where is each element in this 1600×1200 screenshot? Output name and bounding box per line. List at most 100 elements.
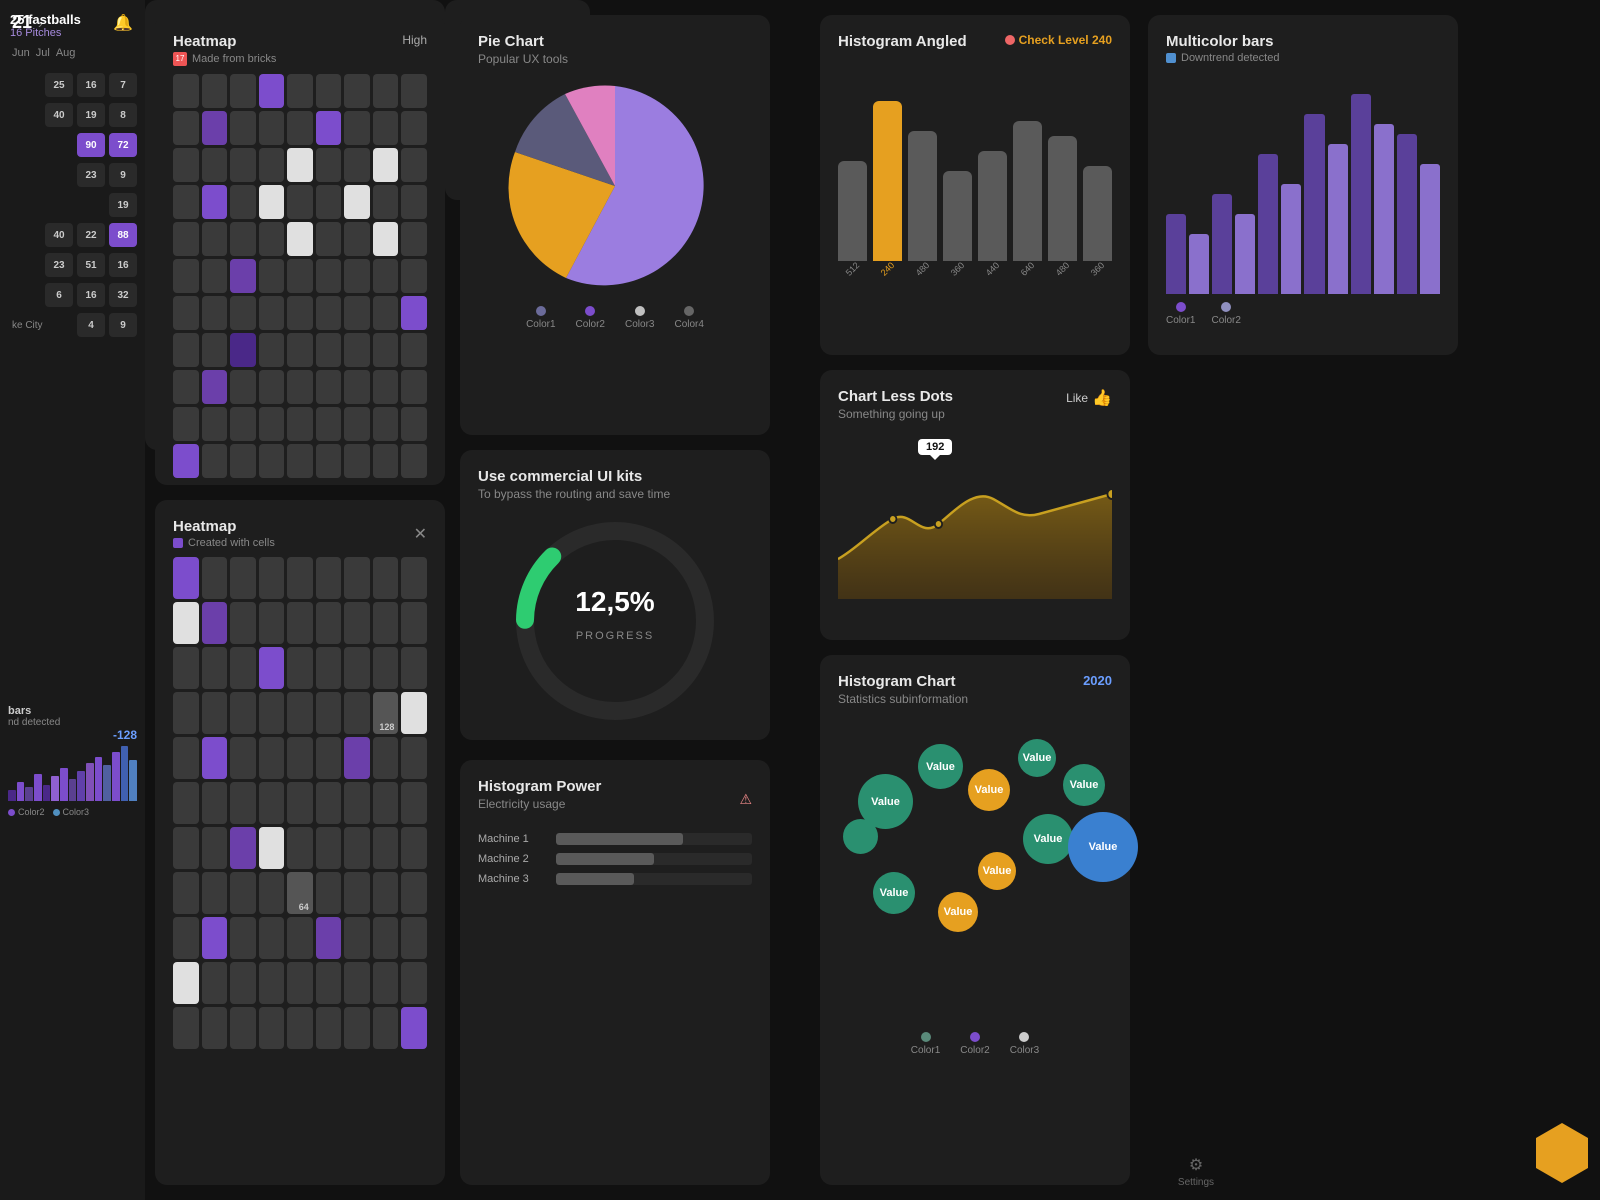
multicolor-bars-chart — [1166, 74, 1440, 294]
heatmap2-cell — [173, 647, 199, 689]
legend-item-color2: Color2 — [8, 807, 45, 817]
mb-bar-col — [1189, 234, 1209, 294]
mb-bar-col — [1351, 94, 1371, 294]
mb-bar-col — [1258, 154, 1278, 294]
close-icon[interactable]: ✕ — [414, 524, 427, 544]
heatmap1-cell — [401, 74, 427, 108]
bubble-7: Value — [978, 852, 1016, 890]
chart-less-dots-title: Chart Less Dots — [838, 388, 953, 405]
histogram-chart-badge: 2020 — [1083, 673, 1112, 688]
heatmap2-cell — [316, 692, 342, 734]
bubble-11 — [843, 819, 878, 854]
bars-value: -128 — [8, 728, 137, 742]
legend-label-4: Color4 — [674, 319, 703, 330]
heatmap2-cell — [344, 557, 370, 599]
heatmap2-cell — [344, 962, 370, 1004]
mb-bar-col — [1328, 144, 1348, 294]
pie-chart-title: Pie Chart — [478, 33, 752, 50]
ha-bar-col: 512 — [838, 161, 867, 274]
machine-label-1: Machine 1 — [478, 833, 548, 845]
mb-bar — [1420, 164, 1440, 294]
pie-chart-container — [478, 76, 752, 296]
sidebar-row: 23 9 — [8, 163, 137, 187]
settings-button[interactable]: ⚙ Settings — [1178, 1155, 1214, 1188]
ha-bar-label: 440 — [984, 260, 1002, 278]
sidebar-months: Jun Jul Aug — [8, 43, 137, 63]
heatmap1-cell — [230, 407, 256, 441]
mb-bar-col — [1374, 124, 1394, 294]
sidebar-cell-highlight: 90 — [77, 133, 105, 157]
mini-bar — [103, 765, 111, 801]
hc-legend-dot-3 — [1019, 1032, 1029, 1042]
bell-icon[interactable]: 🔔 — [113, 13, 133, 33]
heatmap1-grid — [173, 74, 427, 478]
heatmap1-cell — [259, 185, 285, 219]
heatmap1-cell — [316, 407, 342, 441]
machine-label-3: Machine 3 — [478, 873, 548, 885]
heatmap1-cell — [202, 222, 228, 256]
heatmap2-cell — [259, 782, 285, 824]
bars-subtitle: nd detected — [8, 717, 137, 728]
ha-bar-col: 640 — [1013, 121, 1042, 274]
heatmap1-cell — [173, 333, 199, 367]
histogram-angled-title: Histogram Angled — [838, 33, 967, 50]
calendar-icon: 17 — [173, 52, 187, 66]
sidebar-cell: 9 — [109, 313, 137, 337]
mb-bar-col — [1420, 164, 1440, 294]
heatmap2-cell — [259, 602, 285, 644]
bars-bottom-panel: bars nd detected -128 Color2 Color3 — [0, 695, 145, 985]
heatmap1-cell — [373, 444, 399, 478]
heatmap2-cell — [173, 872, 199, 914]
mini-bar — [121, 746, 129, 801]
hp-bar-fill-1 — [556, 833, 683, 845]
ha-bar — [943, 171, 972, 261]
hc-legend-dot-2 — [970, 1032, 980, 1042]
pie-chart-card: Pie Chart Popular UX tools Color1 Color2… — [460, 15, 770, 435]
hc-legend-label-3: Color3 — [1010, 1045, 1039, 1056]
mb-legend-label-2: Color2 — [1211, 315, 1240, 326]
sidebar-row: 25 16 7 — [8, 73, 137, 97]
sidebar-cell: 6 — [45, 283, 73, 307]
ha-bar-col: 440 — [978, 151, 1007, 274]
heatmap2-cell — [373, 917, 399, 959]
heatmap1-cell — [173, 148, 199, 182]
histogram-power-title: Histogram Power — [478, 778, 601, 795]
mini-bar — [77, 771, 85, 801]
heatmap2-cell — [373, 827, 399, 869]
heatmap1-cell — [344, 444, 370, 478]
heatmap1-cell — [202, 74, 228, 108]
legend-item-color3: Color3 — [53, 807, 90, 817]
hc-legend-3: Color3 — [1010, 1032, 1039, 1056]
heatmap1-cell — [230, 333, 256, 367]
heatmap1-cell — [316, 74, 342, 108]
mb-bar-col — [1212, 194, 1232, 294]
legend-dot-2 — [585, 306, 595, 316]
histogram-angled-bars: 512 240 480 360 440 640 480 360 — [838, 64, 1112, 274]
mb-bar — [1328, 144, 1348, 294]
heatmap2-cell — [173, 962, 199, 1004]
heatmap2-cell — [287, 737, 313, 779]
heatmap2-cell — [287, 782, 313, 824]
bubble-5: Value — [1063, 764, 1105, 806]
heatmap1-cell — [230, 296, 256, 330]
ha-bar — [1013, 121, 1042, 261]
chart-svg — [838, 439, 1112, 599]
progress-value-text: 12,5% — [575, 586, 654, 617]
sidebar-row: 6 16 32 — [8, 283, 137, 307]
heatmap2-cell — [230, 557, 256, 599]
heatmap2-header: Heatmap Created with cells ✕ — [173, 518, 427, 549]
sidebar-cell: 23 — [77, 163, 105, 187]
sidebar-cell: 16 — [77, 73, 105, 97]
heatmap1-cell — [259, 74, 285, 108]
ha-bar — [1083, 166, 1112, 261]
chart-less-dots-subtitle: Something going up — [838, 407, 953, 421]
heatmap2-cell — [173, 737, 199, 779]
heatmap2-cell — [316, 872, 342, 914]
legend-dot-color2 — [8, 809, 15, 816]
mb-bar-col — [1166, 214, 1186, 294]
heatmap2-cell — [173, 692, 199, 734]
mb-bar-col — [1235, 214, 1255, 294]
heatmap2-cell — [202, 917, 228, 959]
city-label: ke City — [8, 320, 43, 331]
heatmap2-cell — [173, 557, 199, 599]
